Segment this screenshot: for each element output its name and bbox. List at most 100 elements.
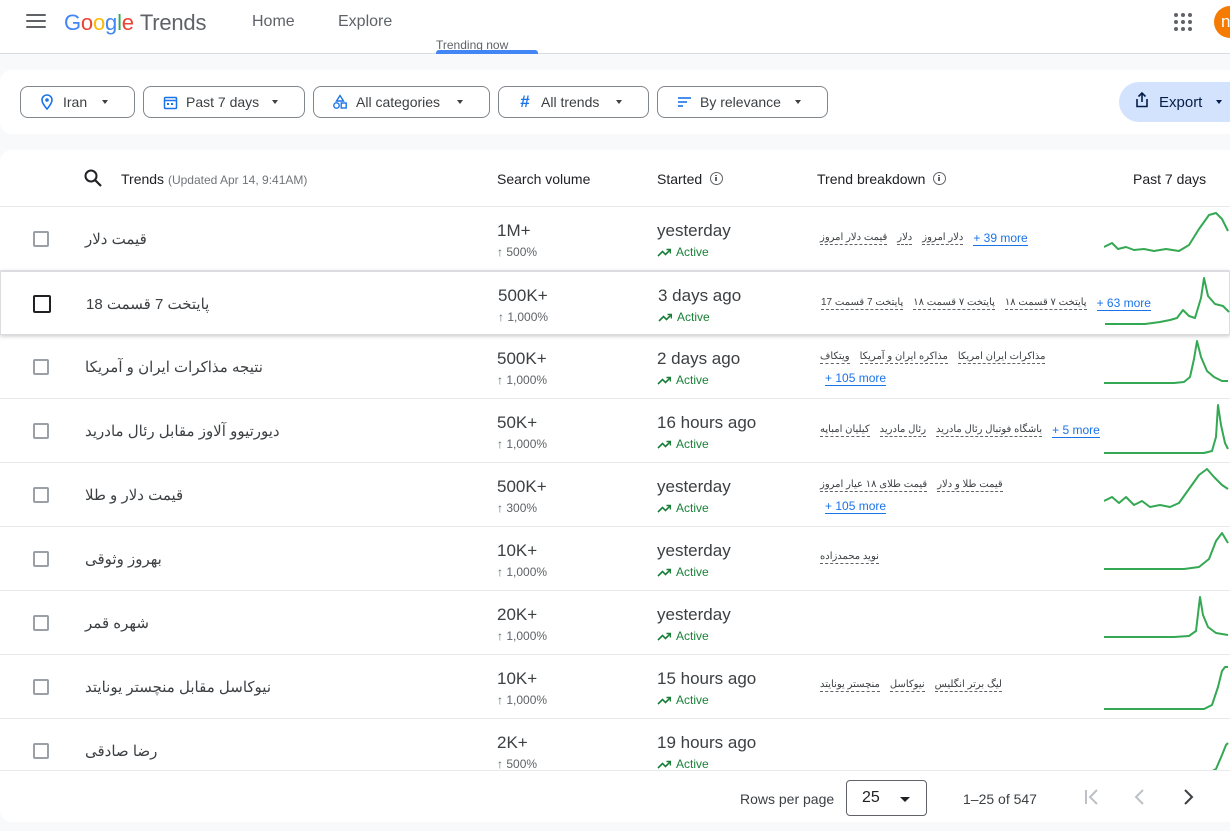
table-row[interactable]: نیوکاسل مقابل منچستر یونایتد 10K+ ↑ 1,000%…: [0, 655, 1230, 719]
chevron-down-icon: [272, 100, 278, 104]
status-badge: Active: [657, 565, 709, 579]
row-checkbox[interactable]: [33, 359, 49, 375]
google-apps-icon[interactable]: [1174, 13, 1192, 31]
status-text: Active: [676, 245, 709, 259]
sparkline-chart[interactable]: [1104, 529, 1230, 589]
volume-increase-value: 1,000%: [506, 565, 548, 579]
arrow-up-icon: ↑: [497, 437, 507, 451]
arrow-up-icon: ↑: [497, 565, 507, 579]
row-checkbox[interactable]: [33, 295, 51, 313]
more-queries-link[interactable]: + 39 more: [973, 231, 1028, 246]
breakdown-query[interactable]: لیگ برتر انگلیس: [934, 679, 1002, 692]
trend-title[interactable]: شهره قمر: [85, 614, 149, 632]
breakdown-query[interactable]: رئال مادرید: [879, 424, 927, 437]
more-queries-link[interactable]: + 105 more: [825, 371, 887, 386]
volume-increase: ↑ 500%: [497, 245, 537, 259]
account-avatar[interactable]: n: [1214, 6, 1230, 38]
time-filter[interactable]: Past 7 days: [143, 86, 305, 118]
more-queries-link[interactable]: + 5 more: [1052, 423, 1100, 438]
table-row[interactable]: قیمت دلار و طلا 500K+ ↑ 300% yesterday Activ…: [0, 463, 1230, 527]
table-row[interactable]: نتیجه مذاکرات ایران و آمریکا 500K+ ↑ 1,000…: [0, 335, 1230, 399]
tab-explore[interactable]: Explore: [338, 13, 392, 31]
sparkline-chart[interactable]: [1104, 593, 1230, 653]
category-filter[interactable]: All categories: [313, 86, 490, 118]
info-icon[interactable]: [933, 172, 947, 185]
row-checkbox[interactable]: [33, 551, 49, 567]
breakdown-query[interactable]: منچستر یونایتد: [820, 679, 880, 692]
trend-type-filter-label: All trends: [541, 94, 600, 110]
google-trends-logo[interactable]: Google Trends: [64, 10, 206, 36]
breakdown-query[interactable]: قیمت طلا و دلار: [937, 479, 1003, 492]
sparkline-line: [1104, 468, 1229, 508]
volume-increase: ↑ 1,000%: [497, 373, 547, 387]
sort-filter[interactable]: By relevance: [657, 86, 828, 118]
breakdown-query[interactable]: پایتخت ۷ قسمت ۱۸: [913, 297, 995, 310]
trends-column-header: Trends (Updated Apr 14, 9:41AM): [121, 171, 307, 187]
sparkline-chart[interactable]: [1104, 401, 1230, 461]
breakdown-query[interactable]: پایتخت ۷ قسمت ۱۸: [1004, 297, 1087, 310]
more-queries-link[interactable]: + 105 more: [825, 499, 887, 514]
trend-title[interactable]: دیورتیوو آلاوز مقابل رئال مادرید: [85, 422, 280, 440]
started-header[interactable]: Started: [657, 171, 724, 187]
hamburger-menu-icon[interactable]: [26, 14, 46, 30]
trend-title[interactable]: نتیجه مذاکرات ایران و آمریکا: [85, 358, 263, 376]
table-row[interactable]: قیمت دلار 1M+ ↑ 500% yesterday Active قیمت دل…: [0, 207, 1230, 271]
info-icon[interactable]: [710, 172, 724, 185]
breakdown-query[interactable]: پایتخت 7 قسمت 17: [821, 297, 904, 310]
previous-page-icon[interactable]: [1128, 785, 1152, 809]
breakdown-query[interactable]: قیمت طلای ۱۸ عیار امروز: [820, 479, 928, 492]
volume-increase-value: 1,000%: [506, 373, 548, 387]
started-time: 3 days ago: [658, 286, 742, 305]
breakdown-query[interactable]: قیمت دلار امروز: [820, 232, 888, 245]
table-row[interactable]: شهره قمر 20K+ ↑ 1,000% yesterday Active: [0, 591, 1230, 655]
trending-up-icon: [657, 568, 672, 577]
tab-home[interactable]: Home: [252, 13, 295, 31]
sparkline-line: [1105, 277, 1230, 325]
row-checkbox[interactable]: [33, 615, 49, 631]
breakdown-query[interactable]: ویتکاف: [820, 351, 850, 364]
sparkline-chart[interactable]: [1104, 657, 1230, 717]
trend-type-filter[interactable]: # All trends: [498, 86, 649, 118]
status-badge: Active: [657, 629, 709, 643]
table-row[interactable]: پایتخت 7 قسمت 18 500K+ ↑ 1,000% 3 days ago A…: [0, 271, 1230, 335]
sort-icon: [676, 94, 692, 110]
breakdown-query[interactable]: مذاکرات ایران امریکا: [957, 351, 1046, 364]
trend-title[interactable]: قیمت دلار: [85, 230, 147, 248]
sparkline-chart[interactable]: [1104, 209, 1230, 269]
row-checkbox[interactable]: [33, 423, 49, 439]
row-checkbox[interactable]: [33, 679, 49, 695]
first-page-icon[interactable]: [1080, 785, 1104, 809]
breakdown-query[interactable]: دلار: [897, 232, 913, 245]
sparkline-chart[interactable]: [1104, 337, 1230, 397]
row-checkbox[interactable]: [33, 743, 49, 759]
next-page-icon[interactable]: [1176, 785, 1200, 809]
breakdown-query[interactable]: باشگاه فوتبال رئال مادرید: [936, 424, 1043, 437]
breakdown-query[interactable]: کیلیان امباپه: [820, 424, 870, 437]
table-row[interactable]: بهروز وثوقی 10K+ ↑ 1,000% yesterday Active نو…: [0, 527, 1230, 591]
export-button[interactable]: Export: [1119, 82, 1230, 122]
trend-title[interactable]: قیمت دلار و طلا: [85, 486, 183, 504]
trend-title[interactable]: رضا صادقی: [85, 742, 157, 760]
table-row[interactable]: دیورتیوو آلاوز مقابل رئال مادرید 50K+ ↑ 1,…: [0, 399, 1230, 463]
trend-title[interactable]: پایتخت 7 قسمت 18: [86, 295, 209, 313]
location-filter[interactable]: Iran: [20, 86, 135, 118]
arrow-up-icon: ↑: [497, 693, 507, 707]
trend-title[interactable]: نیوکاسل مقابل منچستر یونایتد: [85, 678, 271, 696]
sparkline-chart[interactable]: [1105, 274, 1230, 334]
breakdown-query[interactable]: نیوکاسل: [889, 679, 925, 692]
category-filter-label: All categories: [356, 94, 441, 110]
breakdown-query[interactable]: نوید محمدزاده: [820, 551, 879, 564]
status-badge: Active: [657, 245, 709, 259]
chevron-down-icon: [900, 797, 910, 802]
trend-breakdown: منچستر یونایتد نیوکاسل لیگ برتر انگلیس: [820, 655, 1100, 719]
search-icon[interactable]: [84, 169, 102, 187]
row-checkbox[interactable]: [33, 231, 49, 247]
row-checkbox[interactable]: [33, 487, 49, 503]
sparkline-chart[interactable]: [1104, 465, 1230, 525]
trends-table: Trends (Updated Apr 14, 9:41AM) Search v…: [0, 150, 1230, 822]
trend-title[interactable]: بهروز وثوقی: [85, 550, 162, 568]
breakdown-query[interactable]: دلار امروز: [922, 232, 964, 245]
breakdown-query[interactable]: مذاکره ایران و آمریکا: [859, 351, 948, 364]
rows-per-page-select[interactable]: 25: [846, 780, 927, 816]
search-volume-header[interactable]: Search volume: [497, 171, 590, 187]
